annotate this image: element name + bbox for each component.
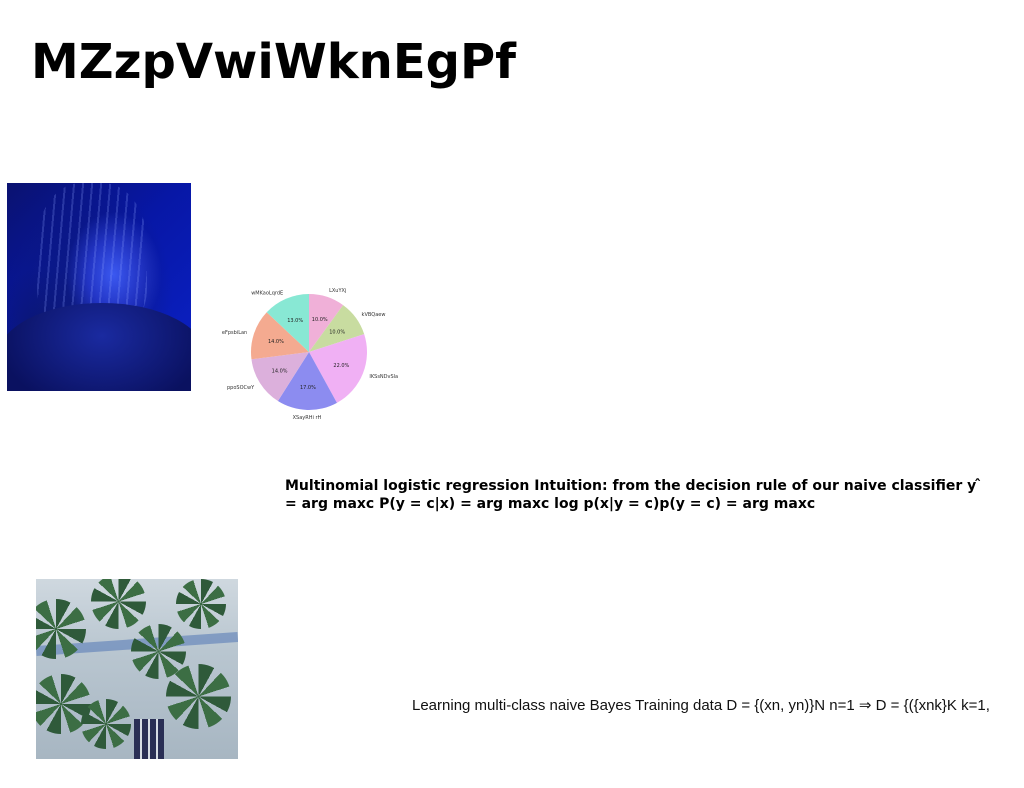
hood-detail	[7, 303, 191, 391]
pie-percent-label: 13.0%	[287, 318, 303, 324]
pie-category-label: XSayRHi rH	[293, 415, 322, 421]
pie-percent-label: 10.0%	[329, 330, 345, 336]
palm-trees-photo	[36, 579, 238, 759]
pie-category-label: wMKaoLqrdE	[251, 290, 283, 296]
slide-title: MZzpVwiWknEgPf	[31, 34, 517, 90]
pie-chart-svg: 10.0% LXuYXj 10.0% kVBQaew 22.0% IKSsNDvSla 17…	[222, 288, 398, 421]
pie-category-label: IKSsNDvSla	[369, 374, 398, 380]
pie-percent-label: 17.0%	[300, 385, 316, 391]
pie-category-label: eFpsbiLan	[222, 330, 247, 336]
palm-tree	[176, 579, 226, 629]
pie-category-label: kVBQaew	[362, 312, 386, 318]
body-text-naive-bayes: Learning multi-class naive Bayes Trainin…	[412, 697, 990, 714]
pie-category-label: ppoSOCwY	[227, 385, 255, 391]
portrait-photo	[7, 183, 191, 391]
body-text-logistic-regression: Multinomial logistic regression Intuitio…	[285, 478, 982, 512]
pie-percent-label: 22.0%	[333, 363, 349, 369]
palm-tree	[166, 664, 231, 729]
palm-tree	[91, 579, 146, 629]
palm-tree	[81, 699, 131, 749]
pie-percent-label: 14.0%	[272, 369, 288, 375]
bench-detail	[134, 719, 164, 759]
pie-category-label: LXuYXj	[329, 288, 346, 294]
pie-percent-label: 14.0%	[268, 339, 284, 345]
pie-percent-label: 10.0%	[312, 317, 328, 323]
pie-chart: 10.0% LXuYXj 10.0% kVBQaew 22.0% IKSsNDvSla 17…	[218, 262, 408, 442]
